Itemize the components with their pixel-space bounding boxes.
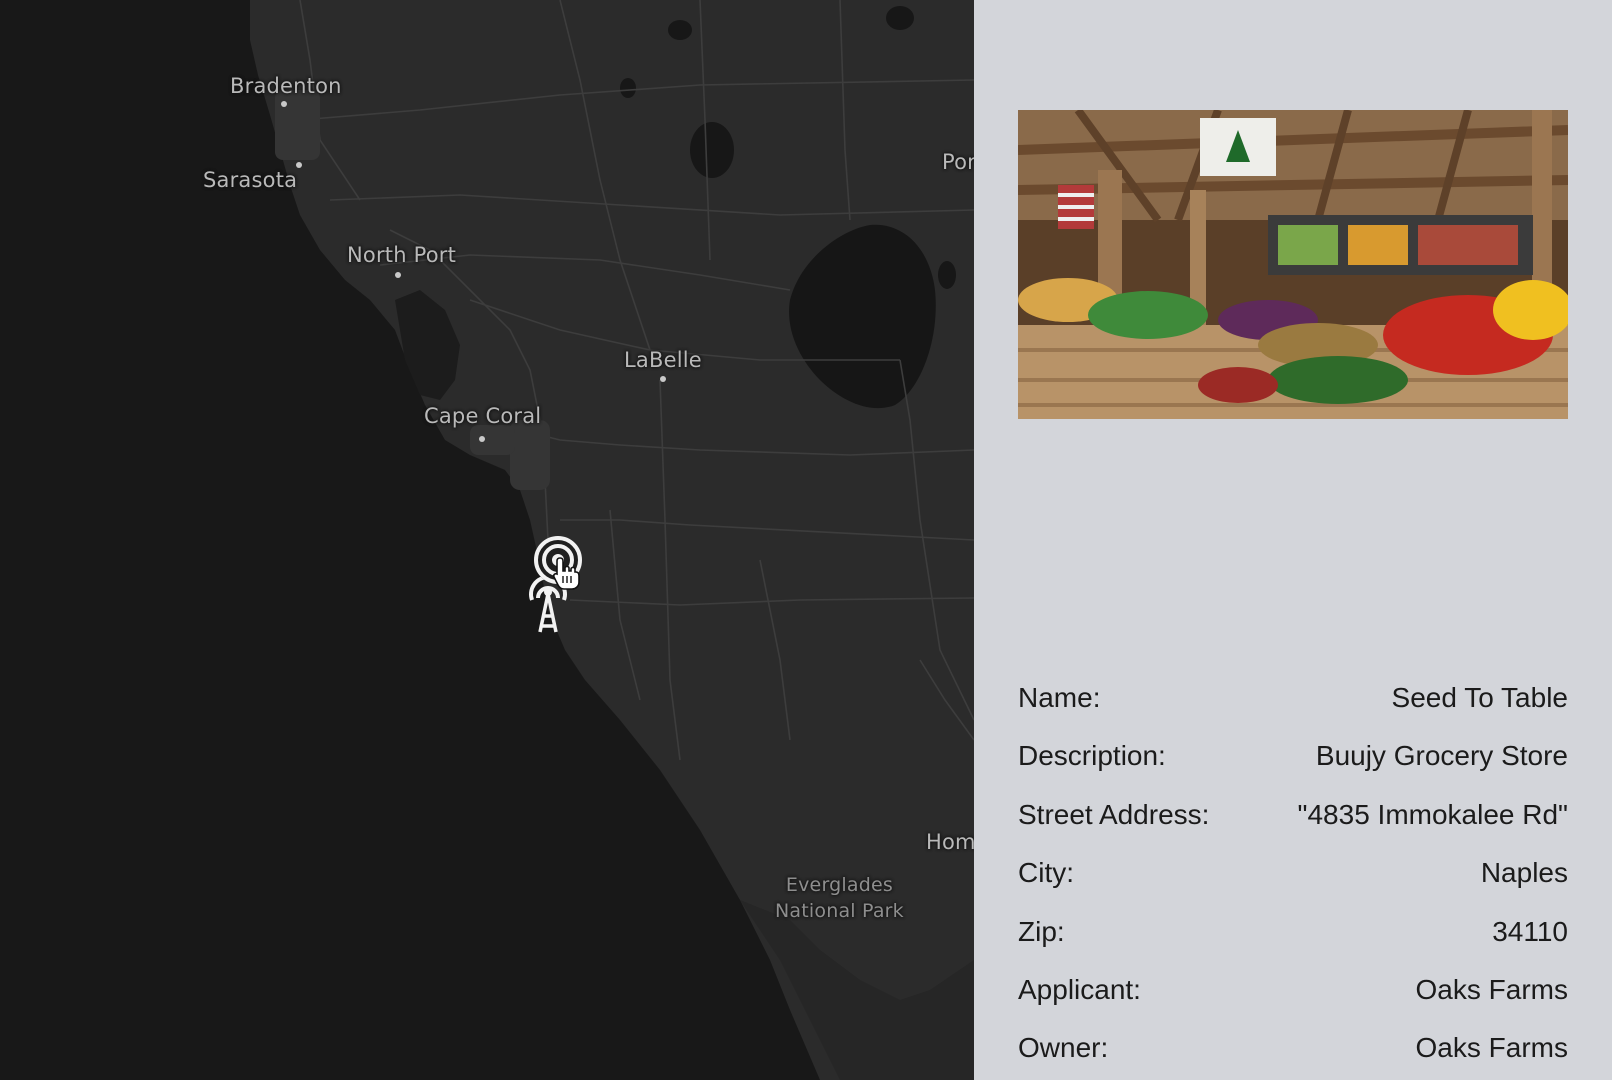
place-label-cape-coral: Cape Coral [424,404,542,428]
place-label-north-port: North Port [347,243,457,267]
detail-label: Name: [1018,682,1101,713]
detail-value: Oaks Farms [1415,974,1568,1005]
place-label-sarasota: Sarasota [203,168,298,192]
place-dot-sarasota [296,162,302,168]
detail-value: 34110 [1492,916,1568,947]
place-dot-labelle [660,376,666,382]
hand-pointer-icon [552,556,580,595]
detail-row-description: Description: Buujy Grocery Store [1018,736,1568,776]
details-panel: Name: Seed To Table Description: Buujy G… [974,0,1612,1080]
detail-value: Buujy Grocery Store [1315,740,1568,771]
place-dot-bradenton [281,101,287,107]
place-dot-cape-coral [479,436,485,442]
detail-row-city: City: Naples [1018,853,1568,893]
detail-row-street-address: Street Address: "4835 Immokalee Rd" [1018,795,1568,835]
park-label-line2: National Park [775,900,904,922]
park-label-line1: Everglades [785,874,893,896]
detail-value: Oaks Farms [1415,1032,1568,1063]
detail-label: Owner: [1018,1032,1109,1063]
detail-value: Seed To Table [1391,682,1568,713]
place-label-por: Por [942,150,974,174]
detail-value: "4835 Immokalee Rd" [1297,799,1568,830]
produce-market-photo [1018,110,1568,419]
detail-row-name: Name: Seed To Table [1018,678,1568,718]
detail-label: Applicant: [1018,974,1141,1005]
detail-row-zip: Zip: 34110 [1018,912,1568,952]
place-dot-north-port [395,272,401,278]
detail-row-owner: Owner: Oaks Farms [1018,1028,1568,1068]
place-label-labelle: LaBelle [624,348,702,372]
detail-label: City: [1018,857,1074,888]
map-canvas[interactable]: Bradenton Sarasota North Port LaBelle Ca… [0,0,974,1080]
park-label-everglades: Everglades National Park [775,872,904,924]
detail-label: Street Address: [1018,799,1210,830]
detail-value: Naples [1480,857,1568,888]
place-label-hom: Hom [926,830,974,854]
detail-label: Zip: [1018,916,1065,947]
detail-label: Description: [1018,740,1166,771]
place-label-bradenton: Bradenton [230,74,342,98]
detail-row-applicant: Applicant: Oaks Farms [1018,970,1568,1010]
